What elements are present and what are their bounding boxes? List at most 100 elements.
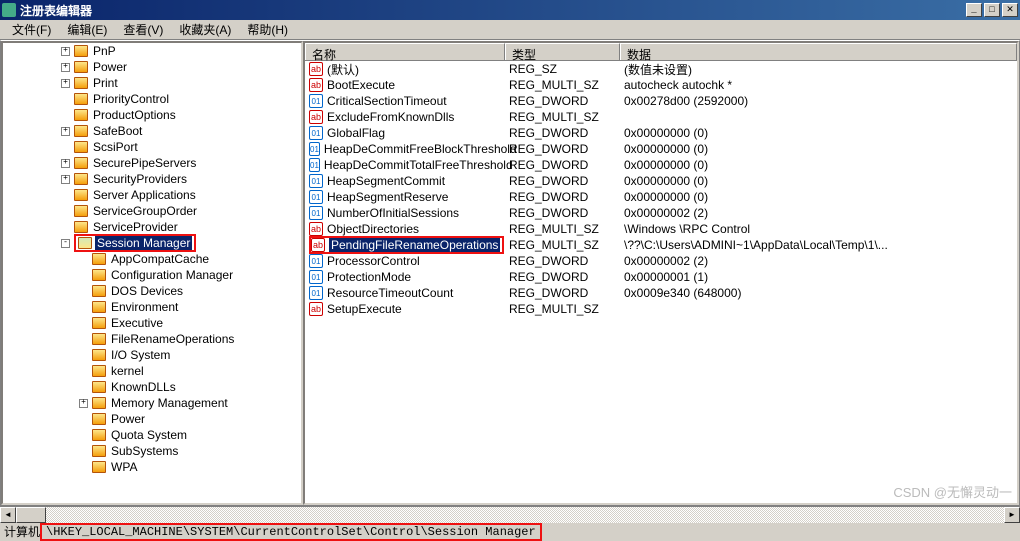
tree-node[interactable]: ScsiPort [3, 139, 301, 155]
tree-scroll[interactable]: +PnP+Power+PrintPriorityControlProductOp… [3, 43, 301, 503]
tree-node[interactable]: WPA [3, 459, 301, 475]
tree-node[interactable]: kernel [3, 363, 301, 379]
list-row[interactable]: BootExecuteREG_MULTI_SZautocheck autochk… [305, 77, 1017, 93]
tree-node[interactable]: Quota System [3, 427, 301, 443]
collapse-icon[interactable]: - [61, 239, 70, 248]
expand-icon[interactable]: + [61, 79, 70, 88]
value-type: REG_DWORD [505, 254, 620, 268]
folder-icon [92, 317, 106, 329]
folder-icon [74, 61, 88, 73]
header-type[interactable]: 类型 [505, 43, 620, 60]
scroll-right-button[interactable]: ► [1004, 507, 1020, 523]
tree-panel: +PnP+Power+PrintPriorityControlProductOp… [1, 41, 303, 505]
list-row[interactable]: HeapDeCommitTotalFreeThresholdREG_DWORD0… [305, 157, 1017, 173]
tree-label: ServiceGroupOrder [91, 204, 199, 218]
folder-icon [92, 381, 106, 393]
tree-label: Power [109, 412, 147, 426]
list-row[interactable]: HeapDeCommitFreeBlockThresholdREG_DWORD0… [305, 141, 1017, 157]
tree-node[interactable]: ServiceProvider [3, 219, 301, 235]
value-type: REG_DWORD [505, 206, 620, 220]
value-type: REG_DWORD [505, 190, 620, 204]
list-row[interactable]: NumberOfInitialSessionsREG_DWORD0x000000… [305, 205, 1017, 221]
string-value-icon [309, 302, 323, 316]
tree-label: SecurityProviders [91, 172, 189, 186]
tree-node[interactable]: I/O System [3, 347, 301, 363]
list-body[interactable]: (默认)REG_SZ(数值未设置)BootExecuteREG_MULTI_SZ… [305, 61, 1017, 317]
value-type: REG_DWORD [505, 126, 620, 140]
tree-label: Environment [109, 300, 180, 314]
menu-file[interactable]: 文件(F) [4, 19, 59, 40]
value-data: 0x0009e340 (648000) [620, 286, 1017, 300]
tree-node[interactable]: FileRenameOperations [3, 331, 301, 347]
maximize-button[interactable]: □ [984, 3, 1000, 17]
tree-node[interactable]: PriorityControl [3, 91, 301, 107]
folder-icon [74, 109, 88, 121]
tree-node[interactable]: Environment [3, 299, 301, 315]
folder-icon [92, 349, 106, 361]
tree-node[interactable]: Configuration Manager [3, 267, 301, 283]
menu-view[interactable]: 查看(V) [115, 19, 171, 40]
tree-node[interactable]: Executive [3, 315, 301, 331]
tree-node[interactable]: + SecurityProviders [3, 171, 301, 187]
value-name: GlobalFlag [327, 126, 385, 140]
expand-icon[interactable]: + [61, 175, 70, 184]
list-row[interactable]: GlobalFlagREG_DWORD0x00000000 (0) [305, 125, 1017, 141]
expand-icon[interactable]: + [79, 399, 88, 408]
tree-node[interactable]: +PnP [3, 43, 301, 59]
tree-node[interactable]: Power [3, 411, 301, 427]
list-row[interactable]: PendingFileRenameOperationsREG_MULTI_SZ\… [305, 237, 1017, 253]
dword-value-icon [309, 206, 323, 220]
folder-icon [92, 253, 106, 265]
minimize-button[interactable]: _ [966, 3, 982, 17]
menu-favorites[interactable]: 收藏夹(A) [171, 19, 239, 40]
list-row[interactable]: HeapSegmentReserveREG_DWORD0x00000000 (0… [305, 189, 1017, 205]
tree-node[interactable]: Server Applications [3, 187, 301, 203]
expand-icon[interactable]: + [61, 47, 70, 56]
tree-node[interactable]: +Print [3, 75, 301, 91]
tree-node[interactable]: KnownDLLs [3, 379, 301, 395]
list-row[interactable]: CriticalSectionTimeoutREG_DWORD0x00278d0… [305, 93, 1017, 109]
value-data: 0x00000000 (0) [620, 142, 1017, 156]
scroll-left-button[interactable]: ◄ [0, 507, 16, 523]
app-icon [2, 3, 16, 17]
list-row[interactable]: (默认)REG_SZ(数值未设置) [305, 61, 1017, 77]
value-type: REG_SZ [505, 62, 620, 76]
scroll-thumb[interactable] [16, 507, 46, 523]
header-name[interactable]: 名称 [305, 43, 505, 60]
list-row[interactable]: ProcessorControlREG_DWORD0x00000002 (2) [305, 253, 1017, 269]
expand-icon[interactable]: + [61, 127, 70, 136]
tree-label: SafeBoot [91, 124, 144, 138]
scroll-track[interactable] [16, 507, 1004, 523]
tree-node[interactable]: +Power [3, 59, 301, 75]
tree-node[interactable]: ProductOptions [3, 107, 301, 123]
tree-node[interactable]: SubSystems [3, 443, 301, 459]
tree-node[interactable]: ServiceGroupOrder [3, 203, 301, 219]
tree-node[interactable]: +Memory Management [3, 395, 301, 411]
menu-help[interactable]: 帮助(H) [239, 19, 296, 40]
tree-node[interactable]: +SecurePipeServers [3, 155, 301, 171]
list-row[interactable]: ResourceTimeoutCountREG_DWORD0x0009e340 … [305, 285, 1017, 301]
value-data: 0x00000002 (2) [620, 206, 1017, 220]
dword-value-icon [309, 142, 320, 156]
tree-node[interactable]: - Session Manager [3, 235, 301, 251]
list-row[interactable]: ObjectDirectoriesREG_MULTI_SZ\Windows \R… [305, 221, 1017, 237]
list-row[interactable]: HeapSegmentCommitREG_DWORD0x00000000 (0) [305, 173, 1017, 189]
tree-node[interactable]: + SafeBoot [3, 123, 301, 139]
expand-icon[interactable]: + [61, 159, 70, 168]
list-row[interactable]: ProtectionModeREG_DWORD0x00000001 (1) [305, 269, 1017, 285]
tree-node[interactable]: AppCompatCache [3, 251, 301, 267]
header-data[interactable]: 数据 [620, 43, 1017, 60]
close-button[interactable]: ✕ [1002, 3, 1018, 17]
list-row[interactable]: ExcludeFromKnownDllsREG_MULTI_SZ [305, 109, 1017, 125]
expand-icon[interactable]: + [61, 63, 70, 72]
list-row[interactable]: SetupExecuteREG_MULTI_SZ [305, 301, 1017, 317]
menu-edit[interactable]: 编辑(E) [59, 19, 115, 40]
folder-icon [74, 45, 88, 57]
tree-node[interactable]: DOS Devices [3, 283, 301, 299]
folder-icon [74, 173, 88, 185]
dword-value-icon [309, 94, 323, 108]
value-type: REG_DWORD [505, 270, 620, 284]
tree-label: Session Manager [95, 236, 192, 250]
horizontal-scrollbar[interactable]: ◄ ► [0, 506, 1020, 522]
tree-label: AppCompatCache [109, 252, 211, 266]
